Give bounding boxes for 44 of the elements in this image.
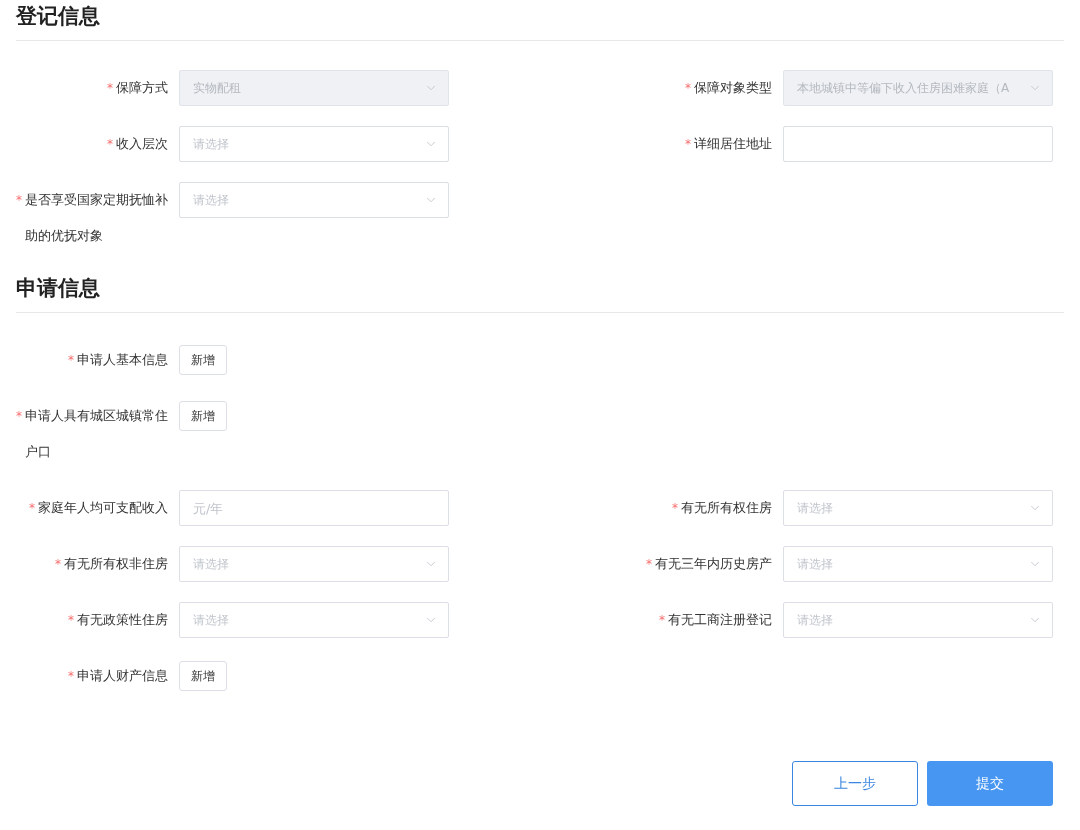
select-field[interactable]: 请选择 (783, 546, 1053, 582)
field-label: 申请人具有城区城镇常住户口 (25, 407, 168, 461)
required-mark: * (68, 352, 74, 369)
field-label: 申请人基本信息 (77, 351, 168, 369)
select-field[interactable]: 请选择 (783, 602, 1053, 638)
required-mark: * (68, 612, 74, 629)
select-field[interactable]: 请选择 (179, 546, 449, 582)
required-mark: * (659, 612, 665, 629)
field-label: 保障方式 (116, 79, 168, 97)
required-mark: * (55, 556, 61, 573)
select-field[interactable]: 请选择 (179, 182, 449, 218)
field-label: 保障对象类型 (694, 79, 772, 97)
required-mark: * (16, 192, 22, 209)
section-title: 登记信息 (16, 3, 101, 30)
field-label: 详细居住地址 (694, 135, 772, 153)
input-field[interactable] (783, 126, 1053, 162)
required-mark: * (672, 500, 678, 517)
back-button[interactable]: 上一步 (792, 761, 918, 806)
input-field[interactable]: 元/年 (179, 490, 449, 526)
add-button[interactable]: 新增 (179, 401, 227, 431)
add-button[interactable]: 新增 (179, 661, 227, 691)
field-label: 有无所有权住房 (681, 499, 772, 517)
field-label: 有无三年内历史房产 (655, 555, 772, 573)
field-label: 有无工商注册登记 (668, 611, 772, 629)
field-label: 有无政策性住房 (77, 611, 168, 629)
select-field[interactable]: 请选择 (783, 490, 1053, 526)
field-label: 有无所有权非住房 (64, 555, 168, 573)
required-mark: * (68, 668, 74, 685)
section-title: 申请信息 (16, 275, 101, 302)
field-label: 收入层次 (116, 135, 168, 153)
submit-button[interactable]: 提交 (927, 761, 1053, 806)
field-label: 家庭年人均可支配收入 (38, 499, 168, 517)
required-mark: * (29, 500, 35, 517)
required-mark: * (16, 408, 22, 425)
required-mark: * (685, 136, 691, 153)
required-mark: * (685, 80, 691, 97)
required-mark: * (646, 556, 652, 573)
field-label: 申请人财产信息 (77, 667, 168, 685)
field-label: 是否享受国家定期抚恤补助的优抚对象 (25, 191, 168, 245)
select-field[interactable]: 请选择 (179, 126, 449, 162)
add-button[interactable]: 新增 (179, 345, 227, 375)
select-field[interactable]: 请选择 (179, 602, 449, 638)
required-mark: * (107, 80, 113, 97)
required-mark: * (107, 136, 113, 153)
